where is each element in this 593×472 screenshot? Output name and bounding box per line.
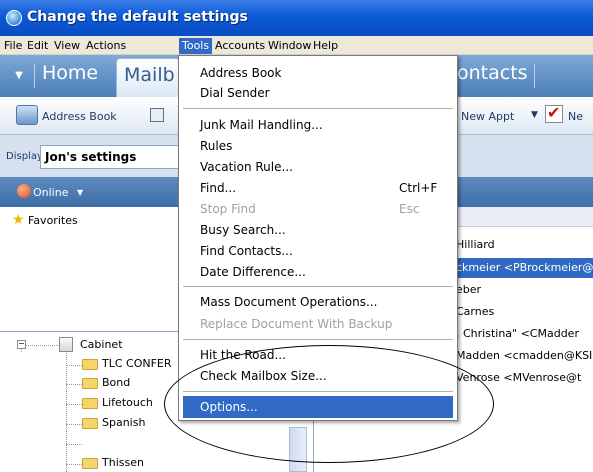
menu-item-label: Dial Sender xyxy=(200,86,270,100)
tree-item-folder[interactable]: Lifetouch xyxy=(102,396,153,409)
list-item[interactable]: Hilliard xyxy=(456,235,593,255)
menu-item-busy-search[interactable]: Busy Search... xyxy=(183,219,453,241)
menu-separator xyxy=(183,286,453,287)
list-item[interactable]: Carnes xyxy=(456,302,593,322)
menu-item-dial-sender[interactable]: Dial Sender xyxy=(183,82,453,104)
menu-item-label: Find Contacts... xyxy=(200,244,293,258)
menu-separator xyxy=(183,339,453,340)
scrollbar[interactable] xyxy=(289,427,307,472)
menu-item-label: Mass Document Operations... xyxy=(200,295,378,309)
online-status-icon[interactable] xyxy=(17,184,31,198)
menu-separator xyxy=(183,108,453,109)
new-task-icon[interactable]: ✔ xyxy=(545,103,563,123)
menu-view[interactable]: View xyxy=(51,38,83,54)
menu-item-find[interactable]: Find... Ctrl+F xyxy=(183,177,453,199)
favorites-item[interactable]: Favorites xyxy=(28,214,78,227)
list-item-selected[interactable]: ckmeier <PBrockmeier@ xyxy=(456,258,593,278)
menu-item-vacation-rule[interactable]: Vacation Rule... xyxy=(183,156,453,178)
tab-divider xyxy=(534,64,535,88)
tree-item-folder[interactable]: Thissen xyxy=(102,456,144,470)
app-globe-icon xyxy=(6,10,22,26)
menu-item-find-contacts[interactable]: Find Contacts... xyxy=(183,240,453,262)
folder-icon xyxy=(82,458,98,469)
tree-connector xyxy=(21,349,22,352)
folder-icon xyxy=(82,378,98,389)
address-book-icon[interactable] xyxy=(16,105,38,125)
menu-item-label: Date Difference... xyxy=(200,265,306,279)
menu-item-replace-document: Replace Document With Backup xyxy=(183,313,453,335)
menu-item-stop-find: Stop Find Esc xyxy=(183,198,453,220)
new-appt-button[interactable]: New Appt xyxy=(461,110,514,123)
menu-separator xyxy=(183,391,453,392)
menu-item-label: Hit the Road... xyxy=(200,348,286,362)
tree-connector xyxy=(66,353,67,472)
menu-item-junk-mail[interactable]: Junk Mail Handling... xyxy=(183,114,453,136)
folder-icon xyxy=(82,398,98,409)
menu-item-mass-document-ops[interactable]: Mass Document Operations... xyxy=(183,291,453,313)
star-icon: ★ xyxy=(12,212,25,228)
menu-item-label: Busy Search... xyxy=(200,223,286,237)
menu-actions[interactable]: Actions xyxy=(83,38,129,54)
menu-shortcut: Ctrl+F xyxy=(399,181,438,195)
menu-item-label: Address Book xyxy=(200,66,282,80)
tools-menu: Address Book Dial Sender Junk Mail Handl… xyxy=(178,55,458,421)
menu-item-hit-the-road[interactable]: Hit the Road... xyxy=(183,344,453,366)
tab-home[interactable]: Home xyxy=(42,62,98,84)
menu-edit[interactable]: Edit xyxy=(24,38,51,54)
chevron-down-icon[interactable]: ▼ xyxy=(531,110,538,120)
list-item[interactable]: , Christina" <CMadder xyxy=(456,324,593,344)
menu-file[interactable]: File xyxy=(1,38,25,54)
list-item[interactable]: Venrose <MVenrose@t xyxy=(456,368,593,388)
menu-item-label: Vacation Rule... xyxy=(200,160,293,174)
tree-connector xyxy=(66,365,82,366)
tree-item-folder[interactable]: Bond xyxy=(102,376,130,389)
menu-item-rules[interactable]: Rules xyxy=(183,135,453,157)
chevron-down-icon[interactable]: ▼ xyxy=(77,188,83,197)
menu-item-label: Replace Document With Backup xyxy=(200,317,393,331)
menu-item-label: Options... xyxy=(200,400,258,414)
new-task-button[interactable]: Ne xyxy=(568,110,583,123)
tree-connector xyxy=(66,464,82,465)
checkmark-icon: ✔ xyxy=(547,103,561,122)
menu-item-address-book[interactable]: Address Book xyxy=(183,62,453,84)
menu-item-label: Junk Mail Handling... xyxy=(200,118,323,132)
menu-item-label: Check Mailbox Size... xyxy=(200,369,327,383)
tab-dropdown-button[interactable]: ▼ xyxy=(8,64,30,88)
tree-connector xyxy=(66,384,82,385)
tree-item-folder[interactable]: TLC CONFER xyxy=(102,357,172,370)
tree-item-cabinet[interactable]: Cabinet xyxy=(80,338,123,351)
collapse-toggle-icon[interactable]: − xyxy=(17,340,26,349)
list-item[interactable]: Madden <cmadden@KSI xyxy=(456,346,593,366)
menu-item-date-difference[interactable]: Date Difference... xyxy=(183,261,453,283)
menu-shortcut: Esc xyxy=(399,202,420,216)
tab-divider xyxy=(34,64,35,88)
folder-icon xyxy=(82,418,98,429)
menu-item-label: Rules xyxy=(200,139,233,153)
display-settings-select[interactable]: Jon's settings xyxy=(40,145,180,169)
list-item[interactable]: eber xyxy=(456,280,593,300)
tab-mailbox-label: Mailb xyxy=(124,64,175,86)
window-title: Change the default settings xyxy=(27,9,248,25)
tab-mailbox[interactable]: Mailb xyxy=(116,58,180,97)
tree-connector xyxy=(66,444,82,445)
tree-connector xyxy=(26,345,59,346)
menu-help[interactable]: Help xyxy=(310,38,341,54)
address-book-button[interactable]: Address Book xyxy=(42,110,117,123)
cabinet-icon xyxy=(59,337,73,352)
tab-contacts[interactable]: ontacts xyxy=(457,62,528,84)
menu-item-check-mailbox-size[interactable]: Check Mailbox Size... xyxy=(183,365,453,387)
menu-accounts[interactable]: Accounts xyxy=(212,38,268,54)
menu-window[interactable]: Window xyxy=(265,38,314,54)
online-mode-button[interactable]: Online xyxy=(33,186,68,199)
display-label: Display xyxy=(6,151,43,162)
tree-item-folder[interactable]: Spanish xyxy=(102,416,145,429)
menu-item-label: Find... xyxy=(200,181,237,195)
menu-item-options[interactable]: Options... xyxy=(183,396,453,418)
tree-connector xyxy=(66,404,82,405)
toolbar-document-icon[interactable] xyxy=(150,108,164,122)
folder-icon xyxy=(82,359,98,370)
tree-connector xyxy=(66,424,82,425)
menu-tools[interactable]: Tools xyxy=(179,38,213,54)
menu-item-label: Stop Find xyxy=(200,202,256,216)
